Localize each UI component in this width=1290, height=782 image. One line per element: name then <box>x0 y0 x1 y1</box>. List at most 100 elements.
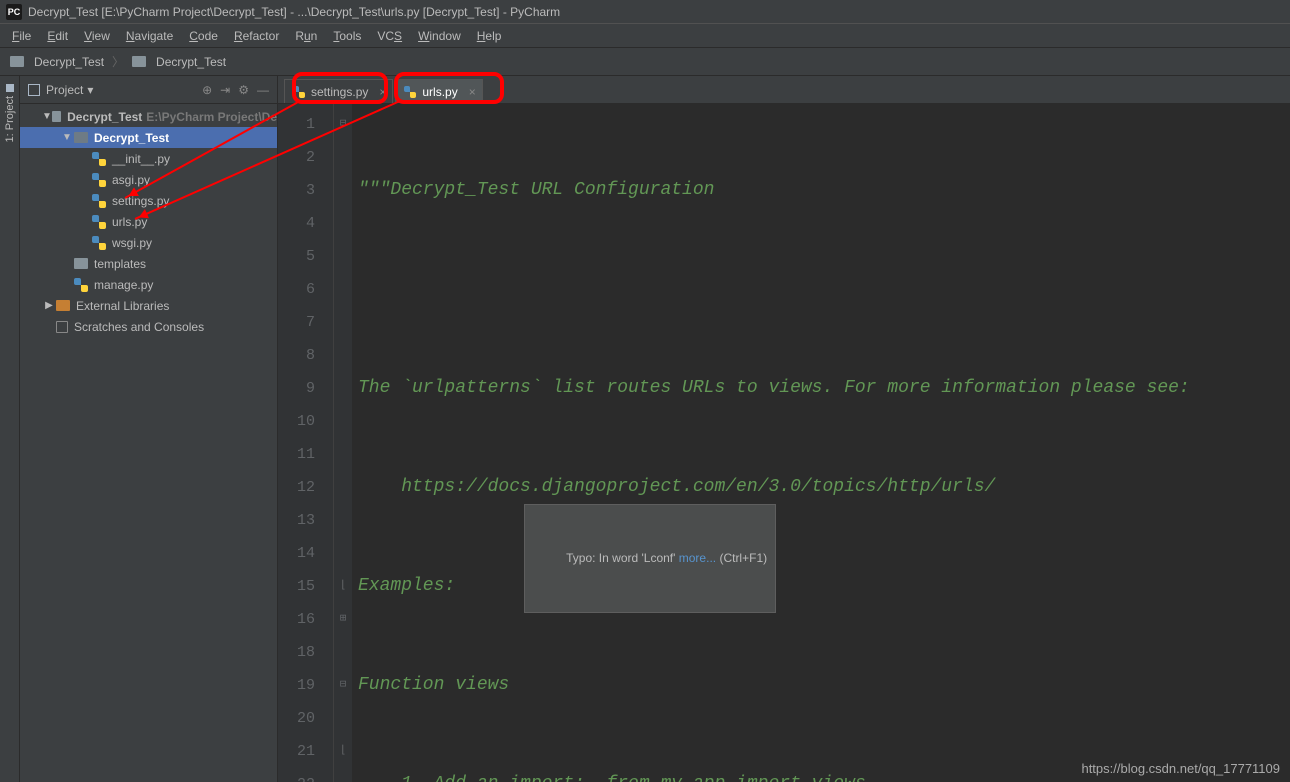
folder-icon <box>132 56 146 67</box>
tab-label: settings.py <box>311 85 368 99</box>
inspection-tooltip[interactable]: Typo: In word 'Lconf' more... (Ctrl+F1) <box>524 504 776 613</box>
editor-area: settings.py × urls.py × 1 2 3 4 5 6 7 8 … <box>278 76 1290 782</box>
python-file-icon <box>404 86 416 98</box>
editor[interactable]: 1 2 3 4 5 6 7 8 9 10 11 12 13 14 15 16 1… <box>278 104 1290 782</box>
tree-label: Decrypt_Test <box>94 131 169 145</box>
tree-label: wsgi.py <box>112 236 152 250</box>
fold-gutter: ⊟ ⌊ ⊞ ⊟ ⌊ <box>334 104 352 782</box>
tooltip-more-link[interactable]: more... <box>679 551 716 565</box>
fold-end-icon[interactable]: ⌊ <box>334 735 352 768</box>
project-tool-window: Project ▾ ⊕ ⇥ ⚙ — ▼ Decrypt_Test E:\PyCh… <box>20 76 278 782</box>
code-text: Function views <box>358 675 509 695</box>
breadcrumb: Decrypt_Test 〉 Decrypt_Test <box>0 48 1290 76</box>
menu-view[interactable]: View <box>78 27 116 45</box>
line-number: 16 <box>278 603 315 636</box>
line-number: 6 <box>278 273 315 306</box>
close-icon[interactable]: × <box>469 85 476 99</box>
code-text: Examples: <box>358 576 455 596</box>
tree-file-init[interactable]: · __init__.py <box>20 148 277 169</box>
editor-tabs: settings.py × urls.py × <box>278 76 1290 104</box>
app-icon: PC <box>6 4 22 20</box>
tree-external-libraries[interactable]: ▶ External Libraries <box>20 295 277 316</box>
collapse-all-icon[interactable]: ⇥ <box>220 83 230 97</box>
project-header-dropdown-icon[interactable]: ▾ <box>87 83 93 97</box>
line-number: 12 <box>278 471 315 504</box>
tree-scratches[interactable]: · Scratches and Consoles <box>20 316 277 337</box>
hide-icon[interactable]: — <box>257 83 269 97</box>
code-text: The `urlpatterns` list routes URLs to vi… <box>358 378 1190 398</box>
tab-urls[interactable]: urls.py × <box>395 79 482 103</box>
line-number: 14 <box>278 537 315 570</box>
line-number: 22 <box>278 768 315 782</box>
line-number: 2 <box>278 141 315 174</box>
line-number: 19 <box>278 669 315 702</box>
code-content[interactable]: """Decrypt_Test URL Configuration The `u… <box>352 104 1290 782</box>
line-number: 1 <box>278 108 315 141</box>
breadcrumb-separator-icon: 〉 <box>112 53 124 70</box>
tree-folder-templates[interactable]: · templates <box>20 253 277 274</box>
tab-label: urls.py <box>422 85 457 99</box>
tooltip-shortcut: (Ctrl+F1) <box>716 551 767 565</box>
line-number: 11 <box>278 438 315 471</box>
tree-label: External Libraries <box>76 299 169 313</box>
line-number: 15 <box>278 570 315 603</box>
project-header-title[interactable]: Project <box>46 83 83 97</box>
breadcrumb-root[interactable]: Decrypt_Test <box>34 55 104 69</box>
gear-icon[interactable]: ⚙ <box>238 83 249 97</box>
tool-window-bar-left: 1: Project <box>0 76 20 782</box>
watermark: https://blog.csdn.net/qq_17771109 <box>1081 761 1280 776</box>
project-tree: ▼ Decrypt_Test E:\PyCharm Project\De ▼ D… <box>20 104 277 782</box>
tree-package-decrypt-test[interactable]: ▼ Decrypt_Test <box>20 127 277 148</box>
tree-label: settings.py <box>112 194 169 208</box>
line-number: 13 <box>278 504 315 537</box>
menu-help[interactable]: Help <box>471 27 508 45</box>
close-icon[interactable]: × <box>379 85 386 99</box>
project-header: Project ▾ ⊕ ⇥ ⚙ — <box>20 76 277 104</box>
line-number: 18 <box>278 636 315 669</box>
menu-window[interactable]: Window <box>412 27 467 45</box>
tree-label: Decrypt_Test <box>67 110 142 124</box>
code-text: """Decrypt_Test URL Configuration <box>358 180 714 200</box>
menu-refactor[interactable]: Refactor <box>228 27 285 45</box>
window-title: Decrypt_Test [E:\PyCharm Project\Decrypt… <box>28 5 560 19</box>
python-file-icon <box>293 86 305 98</box>
breadcrumb-child[interactable]: Decrypt_Test <box>156 55 226 69</box>
menu-bar: File Edit View Navigate Code Refactor Ru… <box>0 24 1290 48</box>
project-tool-label[interactable]: 1: Project <box>4 96 16 142</box>
menu-code[interactable]: Code <box>183 27 224 45</box>
line-number: 5 <box>278 240 315 273</box>
tree-file-manage[interactable]: · manage.py <box>20 274 277 295</box>
project-view-icon <box>28 84 40 96</box>
fold-toggle-icon[interactable]: ⊞ <box>334 603 352 636</box>
tree-file-settings[interactable]: · settings.py <box>20 190 277 211</box>
locate-target-icon[interactable]: ⊕ <box>202 83 212 97</box>
menu-navigate[interactable]: Navigate <box>120 27 179 45</box>
menu-vcs[interactable]: VCS <box>371 27 408 45</box>
folder-icon <box>10 56 24 67</box>
tree-label: manage.py <box>94 278 153 292</box>
tree-label: urls.py <box>112 215 147 229</box>
fold-end-icon[interactable]: ⌊ <box>334 570 352 603</box>
tree-file-wsgi[interactable]: · wsgi.py <box>20 232 277 253</box>
menu-run[interactable]: Run <box>289 27 323 45</box>
tree-file-urls[interactable]: · urls.py <box>20 211 277 232</box>
line-number: 3 <box>278 174 315 207</box>
tree-label: asgi.py <box>112 173 150 187</box>
tree-label: templates <box>94 257 146 271</box>
menu-tools[interactable]: Tools <box>327 27 367 45</box>
line-number: 8 <box>278 339 315 372</box>
line-number: 4 <box>278 207 315 240</box>
fold-toggle-icon[interactable]: ⊟ <box>334 108 352 141</box>
tree-file-asgi[interactable]: · asgi.py <box>20 169 277 190</box>
tab-settings[interactable]: settings.py × <box>284 79 393 103</box>
line-number: 21 <box>278 735 315 768</box>
menu-file[interactable]: File <box>6 27 37 45</box>
fold-toggle-icon[interactable]: ⊟ <box>334 669 352 702</box>
tree-project-root[interactable]: ▼ Decrypt_Test E:\PyCharm Project\De <box>20 106 277 127</box>
tree-label: __init__.py <box>112 152 170 166</box>
menu-edit[interactable]: Edit <box>41 27 74 45</box>
tree-path: E:\PyCharm Project\De <box>146 110 277 124</box>
line-number: 7 <box>278 306 315 339</box>
project-tool-icon[interactable] <box>6 84 14 92</box>
line-number-gutter: 1 2 3 4 5 6 7 8 9 10 11 12 13 14 15 16 1… <box>278 104 334 782</box>
